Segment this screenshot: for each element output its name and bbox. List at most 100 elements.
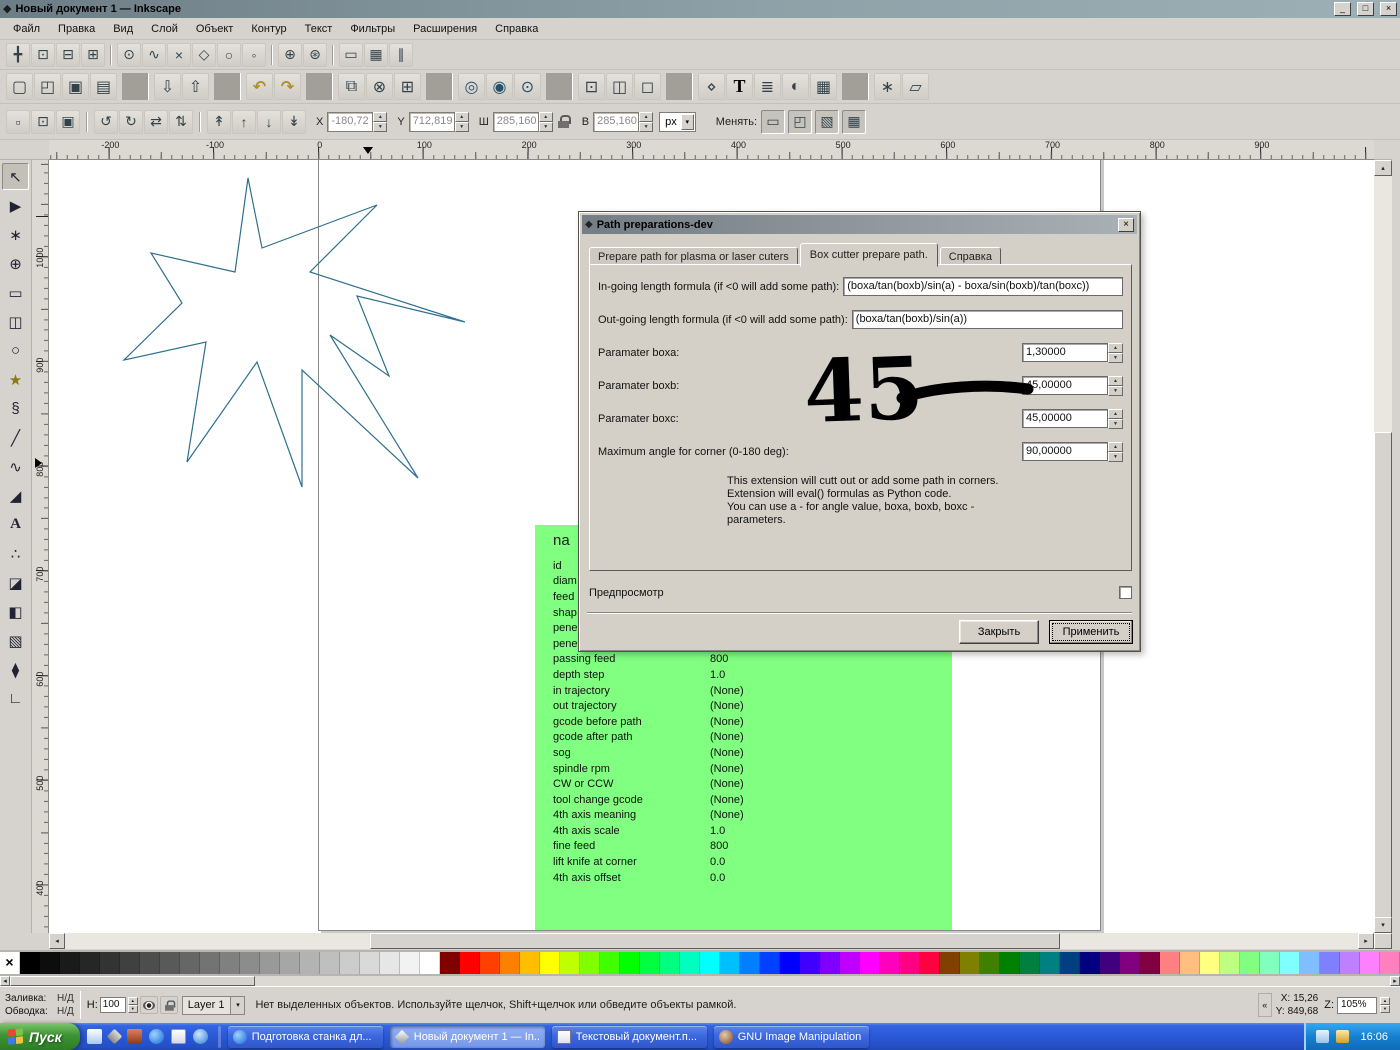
quicklaunch-icon[interactable] (106, 1028, 123, 1045)
raise-icon[interactable]: ↑ (232, 109, 256, 134)
palette-swatch[interactable] (100, 952, 120, 974)
quicklaunch-icon[interactable] (126, 1029, 142, 1044)
snap-cusp-nodes-icon[interactable]: ◇ (192, 42, 216, 67)
xml-editor-icon[interactable]: ⋄ (698, 73, 725, 100)
palette-swatch[interactable] (680, 952, 700, 974)
move-gradients-toggle-icon[interactable]: ▧ (815, 109, 840, 134)
out-going-formula-input[interactable]: (boxa/tan(boxb)/sin(a)) (851, 310, 1123, 329)
palette-swatch[interactable] (40, 952, 60, 974)
palette-swatch[interactable] (640, 952, 660, 974)
palette-scrollbar-thumb[interactable] (10, 976, 255, 986)
palette-swatch[interactable] (1300, 952, 1320, 974)
create-clone-icon[interactable]: ◫ (606, 73, 633, 100)
x-field[interactable]: -180,72 ▲ ▼ (327, 111, 388, 132)
palette-swatch[interactable] (200, 952, 220, 974)
palette-swatch[interactable] (1120, 952, 1140, 974)
raise-to-top-icon[interactable]: ↟ (207, 109, 231, 134)
width-field[interactable]: 285,160 ▲ ▼ (492, 111, 553, 132)
spinner-buttons[interactable]: ▲ ▼ (1108, 409, 1123, 429)
taskbar-task-gimp[interactable]: GNU Image Manipulation ... (713, 1025, 869, 1048)
document-properties-icon[interactable]: ▱ (902, 73, 929, 100)
menu-item[interactable]: Объект (187, 20, 242, 38)
palette-swatch[interactable] (1160, 952, 1180, 974)
palette-swatch[interactable] (1060, 952, 1080, 974)
tool-text[interactable]: A (2, 511, 29, 538)
tool-paint-bucket[interactable]: ◧ (2, 598, 29, 625)
menu-item[interactable]: Фильтры (341, 20, 404, 38)
palette-swatch[interactable] (140, 952, 160, 974)
palette-swatch[interactable] (60, 952, 80, 974)
zoom-selection-icon[interactable]: ◎ (458, 73, 485, 100)
menu-item[interactable]: Слой (142, 20, 187, 38)
redo-icon[interactable]: ↷ (274, 73, 301, 100)
x-spinner[interactable]: ▲ ▼ (373, 111, 388, 132)
menu-item[interactable]: Вид (104, 20, 142, 38)
height-spinner[interactable]: ▲ ▼ (639, 111, 654, 132)
palette-swatch[interactable] (700, 952, 720, 974)
palette-swatch[interactable] (560, 952, 580, 974)
palette-swatch[interactable] (980, 952, 1000, 974)
palette-swatch[interactable] (260, 952, 280, 974)
palette-swatch[interactable] (1220, 952, 1240, 974)
palette-swatch[interactable] (840, 952, 860, 974)
rotate-cw-icon[interactable]: ↻ (119, 109, 143, 134)
palette-swatch[interactable] (1080, 952, 1100, 974)
lower-icon[interactable]: ↓ (257, 109, 281, 134)
quicklaunch-icon[interactable] (192, 1029, 208, 1044)
collapse-button[interactable]: « (1257, 993, 1272, 1017)
opacity-field[interactable]: 100 (99, 997, 126, 1013)
preview-checkbox[interactable] (1119, 586, 1132, 599)
scroll-down-icon[interactable]: ▾ (1374, 917, 1392, 933)
snap-midpoints-icon[interactable]: ◦ (242, 42, 266, 67)
dialog-close-button[interactable]: × (1118, 217, 1134, 232)
copy-icon[interactable]: ⧉ (338, 73, 365, 100)
horizontal-ruler[interactable]: -200 -100 0 100 200 300 400 500 600 700 800 900 (49, 140, 1374, 160)
palette-swatch[interactable] (1360, 952, 1380, 974)
star-path[interactable] (122, 177, 466, 488)
no-color-swatch[interactable]: × (0, 952, 20, 974)
move-patterns-toggle-icon[interactable]: ▦ (842, 109, 867, 134)
snap-smooth-nodes-icon[interactable]: ○ (217, 42, 241, 67)
menu-item[interactable]: Файл (4, 20, 49, 38)
zoom-page-icon[interactable]: ⊙ (514, 73, 541, 100)
lock-ratio-icon[interactable] (557, 115, 571, 128)
palette-scrollbar[interactable]: ◂ ▸ (0, 976, 1400, 986)
palette-swatch[interactable] (120, 952, 140, 974)
select-all-layers-icon[interactable]: ⊡ (31, 109, 55, 134)
horizontal-scrollbar[interactable]: ◂ ▸ (49, 933, 1374, 949)
param-spinbox[interactable]: 45,00000 ▲ ▼ (1022, 376, 1123, 396)
fill-stroke-dialog-icon[interactable]: ◐ (782, 73, 809, 100)
snap-bbox-icon[interactable]: ⊡ (31, 42, 55, 67)
zoom-spinner[interactable]: ▲ ▼ (1380, 997, 1390, 1013)
layer-dropdown[interactable]: Layer 1 ▾ (181, 995, 246, 1015)
snap-enable-icon[interactable]: ╋ (6, 42, 30, 67)
palette-swatch[interactable] (160, 952, 180, 974)
palette-swatch[interactable] (920, 952, 940, 974)
tray-icon[interactable] (1336, 1030, 1350, 1043)
vertical-scrollbar[interactable]: ▴ ▾ (1374, 160, 1392, 933)
vertical-ruler[interactable]: 1000 900 800 700 600 500 400 (32, 160, 49, 933)
param-spinbox[interactable]: 1,30000 ▲ ▼ (1022, 343, 1123, 363)
palette-swatch[interactable] (280, 952, 300, 974)
palette-swatch[interactable] (1180, 952, 1200, 974)
units-dropdown[interactable]: px ▾ (659, 111, 696, 132)
palette-swatch[interactable] (1200, 952, 1220, 974)
quicklaunch-icon[interactable] (86, 1029, 102, 1044)
print-icon[interactable]: ▤ (90, 73, 117, 100)
spinner-buttons[interactable]: ▲ ▼ (1108, 376, 1123, 396)
horizontal-scrollbar-thumb[interactable] (370, 933, 1060, 949)
palette-swatch[interactable] (240, 952, 260, 974)
cut-icon[interactable]: ⊗ (366, 73, 393, 100)
spinner-buttons[interactable]: ▲ ▼ (1108, 343, 1123, 363)
taskbar-task-browser[interactable]: Подготовка станка дл... (227, 1025, 383, 1048)
close-dialog-button[interactable]: Закрыть (959, 620, 1039, 644)
chevron-down-icon[interactable]: ▾ (230, 996, 245, 1014)
tool-spray[interactable]: ∴ (2, 540, 29, 567)
taskbar-task-text-document[interactable]: Текстовый документ.п... (551, 1025, 707, 1048)
palette-swatch[interactable] (440, 952, 460, 974)
snap-grid-icon[interactable]: ▦ (364, 42, 388, 67)
snap-bbox-edges-icon[interactable]: ⊟ (56, 42, 80, 67)
opacity-spinner[interactable]: ▲ ▼ (127, 997, 138, 1013)
snap-rotation-centers-icon[interactable]: ⊛ (303, 42, 327, 67)
taskbar-clock[interactable]: 16:06 (1360, 1031, 1388, 1043)
